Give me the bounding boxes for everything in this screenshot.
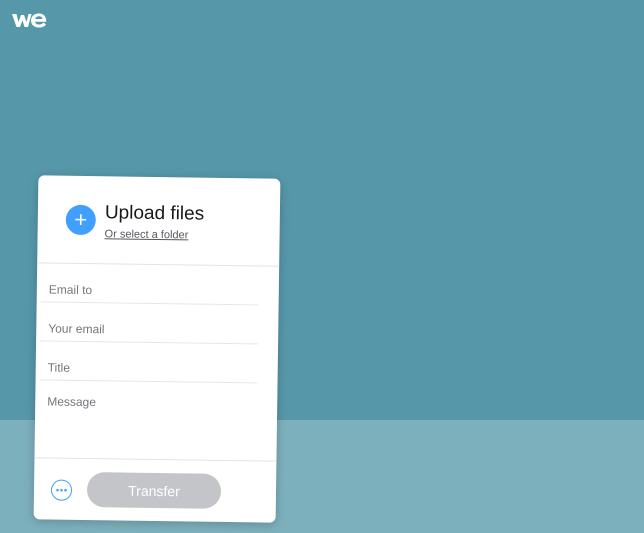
your-email-field-wrapper <box>40 302 259 345</box>
email-to-field-wrapper <box>40 263 260 306</box>
plus-icon[interactable]: + <box>65 204 97 236</box>
your-email-input[interactable] <box>40 302 259 344</box>
message-field-wrapper <box>38 381 270 459</box>
title-field-wrapper <box>39 341 259 384</box>
message-input[interactable] <box>38 381 270 459</box>
more-options-icon[interactable] <box>50 479 73 501</box>
wetransfer-logo-icon[interactable] <box>11 10 47 30</box>
upload-files-title[interactable]: Upload files <box>105 202 205 225</box>
select-folder-link[interactable]: Or select a folder <box>105 228 189 241</box>
email-to-input[interactable] <box>40 263 260 305</box>
title-input[interactable] <box>39 341 259 383</box>
transfer-button[interactable]: Transfer <box>86 472 222 509</box>
transfer-panel: + Upload files Or select a folder Transf… <box>33 175 281 523</box>
upload-area[interactable]: + Upload files Or select a folder <box>51 201 272 268</box>
